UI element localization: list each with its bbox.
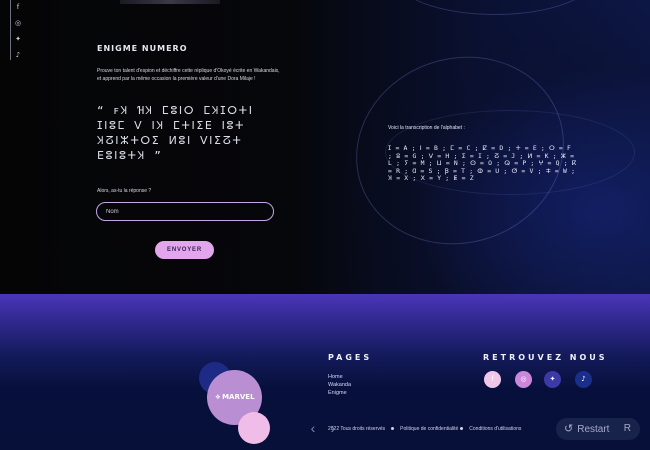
tiktok-icon[interactable]: ♪ <box>13 50 23 60</box>
social-sidebar: f ◎ ✦ ♪ <box>13 2 25 66</box>
instagram-icon[interactable]: ◎ <box>515 371 532 388</box>
logo-text: MARVEL <box>222 393 255 401</box>
answer-label: Alors, as-tu la réponse ? <box>97 188 152 194</box>
send-button[interactable]: ENVOYER <box>155 241 214 259</box>
next-arrow-icon[interactable]: › <box>323 418 343 438</box>
pages-heading: PAGES <box>328 353 373 362</box>
separator-dot <box>460 426 464 430</box>
retrouvez-heading: RETROUVEZ NOUS <box>483 353 608 362</box>
prev-arrow-icon[interactable]: ‹ <box>303 418 323 438</box>
restart-icon: ↺ <box>564 423 574 435</box>
legal-bar: 2022 Tous droits réservés Politique de co… <box>328 426 521 432</box>
footer-link-wakanda[interactable]: Wakanda <box>328 381 351 389</box>
enigma-section: f ◎ ✦ ♪ ENIGME NUMERO Prouve ton talent … <box>0 0 650 294</box>
twitter-icon[interactable]: ✦ <box>13 34 23 44</box>
instagram-icon[interactable]: ◎ <box>13 18 23 28</box>
alphabet-label: Voici la transcription de l'alphabet : <box>388 125 465 131</box>
terms-link[interactable]: Conditions d'utilisations <box>469 426 521 432</box>
pages-nav: Home Wakanda Enigme <box>328 373 351 397</box>
facebook-icon[interactable]: f <box>13 2 23 12</box>
restart-shortcut-key: R <box>623 423 631 434</box>
answer-input[interactable] <box>96 202 274 221</box>
cipher-quote: “ ꜰꞰ ꞪꞰ ⵎⵓⵏⵔ ⵎꞰⵊⵔⵜⵏ ⵊⵏⵓⵎ ⴸ ⵏꞰ ⵎⵜⵏⵉⴹ ⵏⵓⵜ … <box>97 104 254 162</box>
footer-link-home[interactable]: Home <box>328 373 351 381</box>
tiktok-icon[interactable]: ♪ <box>575 371 592 388</box>
footer-link-enigme[interactable]: Enigme <box>328 389 351 397</box>
enigma-intro: Prouve ton talent d'espion et déchiffre … <box>97 68 280 82</box>
decorative-ring <box>395 0 595 15</box>
privacy-link[interactable]: Politique de confidentialité <box>400 426 458 432</box>
marvel-logo[interactable]: ⟡ MARVEL <box>213 390 257 404</box>
top-image-edge <box>120 0 220 4</box>
logo-mark-icon: ⟡ <box>215 393 221 401</box>
alphabet-transcription: ⵊ = A ; ⵏ = B ; ⵎ = C ; ⵇ = D ; ⵜ = E ; … <box>388 144 577 183</box>
restart-button[interactable]: ↺ Restart R <box>556 418 640 440</box>
restart-label: Restart <box>577 424 610 435</box>
decorative-circle <box>238 412 270 444</box>
facebook-icon[interactable]: f <box>484 371 501 388</box>
separator-dot <box>391 426 395 430</box>
footer: ⟡ MARVEL PAGES Home Wakanda Enigme RETROU… <box>0 294 650 450</box>
enigma-title: ENIGME NUMERO <box>97 44 188 53</box>
social-divider <box>10 0 11 60</box>
twitter-icon[interactable]: ✦ <box>544 371 561 388</box>
